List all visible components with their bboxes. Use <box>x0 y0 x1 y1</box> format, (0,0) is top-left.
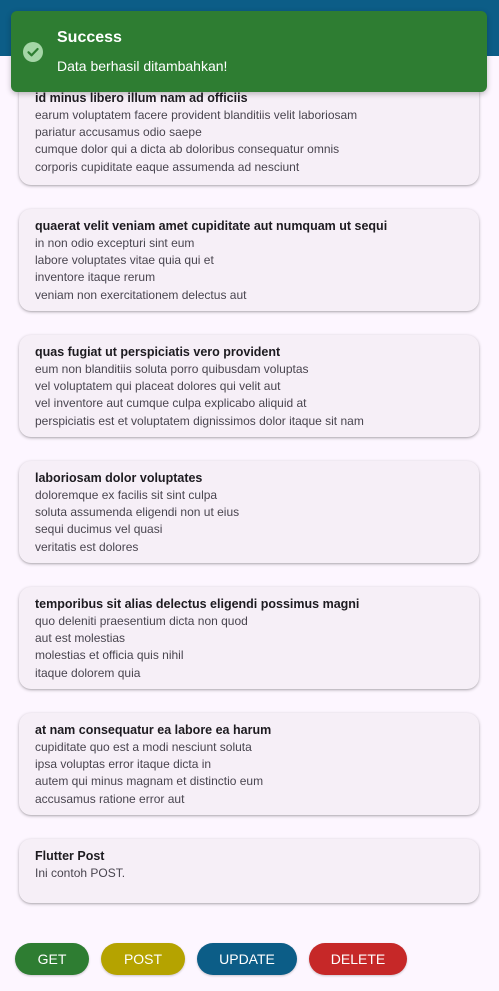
check-circle-icon <box>23 42 43 62</box>
post-body: eum non blanditiis soluta porro quibusda… <box>35 362 364 428</box>
post-body: earum voluptatem facere provident blandi… <box>35 108 358 174</box>
post-card[interactable]: quaerat velit veniam amet cupiditate aut… <box>19 209 479 311</box>
toast-title: Success <box>57 29 122 46</box>
post-card[interactable]: temporibus sit alias delectus eligendi p… <box>19 587 479 689</box>
post-card[interactable]: Flutter Post Ini contoh POST. <box>19 839 479 903</box>
post-body: in non odio excepturi sint eum labore vo… <box>35 236 247 302</box>
toast-message: Data berhasil ditambahkan! <box>57 58 228 74</box>
post-body: doloremque ex facilis sit sint culpa sol… <box>35 488 240 554</box>
post-body: cupiditate quo est a modi nesciunt solut… <box>35 740 264 806</box>
post-title: at nam consequatur ea labore ea harum <box>35 723 272 737</box>
delete-button[interactable]: DELETE <box>309 943 407 975</box>
post-title: quas fugiat ut perspiciatis vero provide… <box>35 345 281 359</box>
post-title: laboriosam dolor voluptates <box>35 471 203 485</box>
success-toast[interactable]: Success Data berhasil ditambahkan! <box>11 11 487 92</box>
post-body: quo deleniti praesentium dicta non quod … <box>35 614 248 680</box>
post-title: quaerat velit veniam amet cupiditate aut… <box>35 219 388 233</box>
update-button[interactable]: UPDATE <box>197 943 297 975</box>
get-button[interactable]: GET <box>15 943 89 975</box>
post-button[interactable]: POST <box>101 943 185 975</box>
post-body: Ini contoh POST. <box>35 866 126 880</box>
post-card[interactable]: laboriosam dolor voluptates doloremque e… <box>19 461 479 563</box>
post-title: Flutter Post <box>35 849 105 863</box>
post-title: id minus libero illum nam ad officiis <box>35 91 248 105</box>
post-card[interactable]: at nam consequatur ea labore ea harum cu… <box>19 713 479 815</box>
post-card[interactable]: quas fugiat ut perspiciatis vero provide… <box>19 335 479 437</box>
post-title: temporibus sit alias delectus eligendi p… <box>35 597 360 611</box>
post-card[interactable]: id minus libero illum nam ad officiis ea… <box>19 81 479 185</box>
